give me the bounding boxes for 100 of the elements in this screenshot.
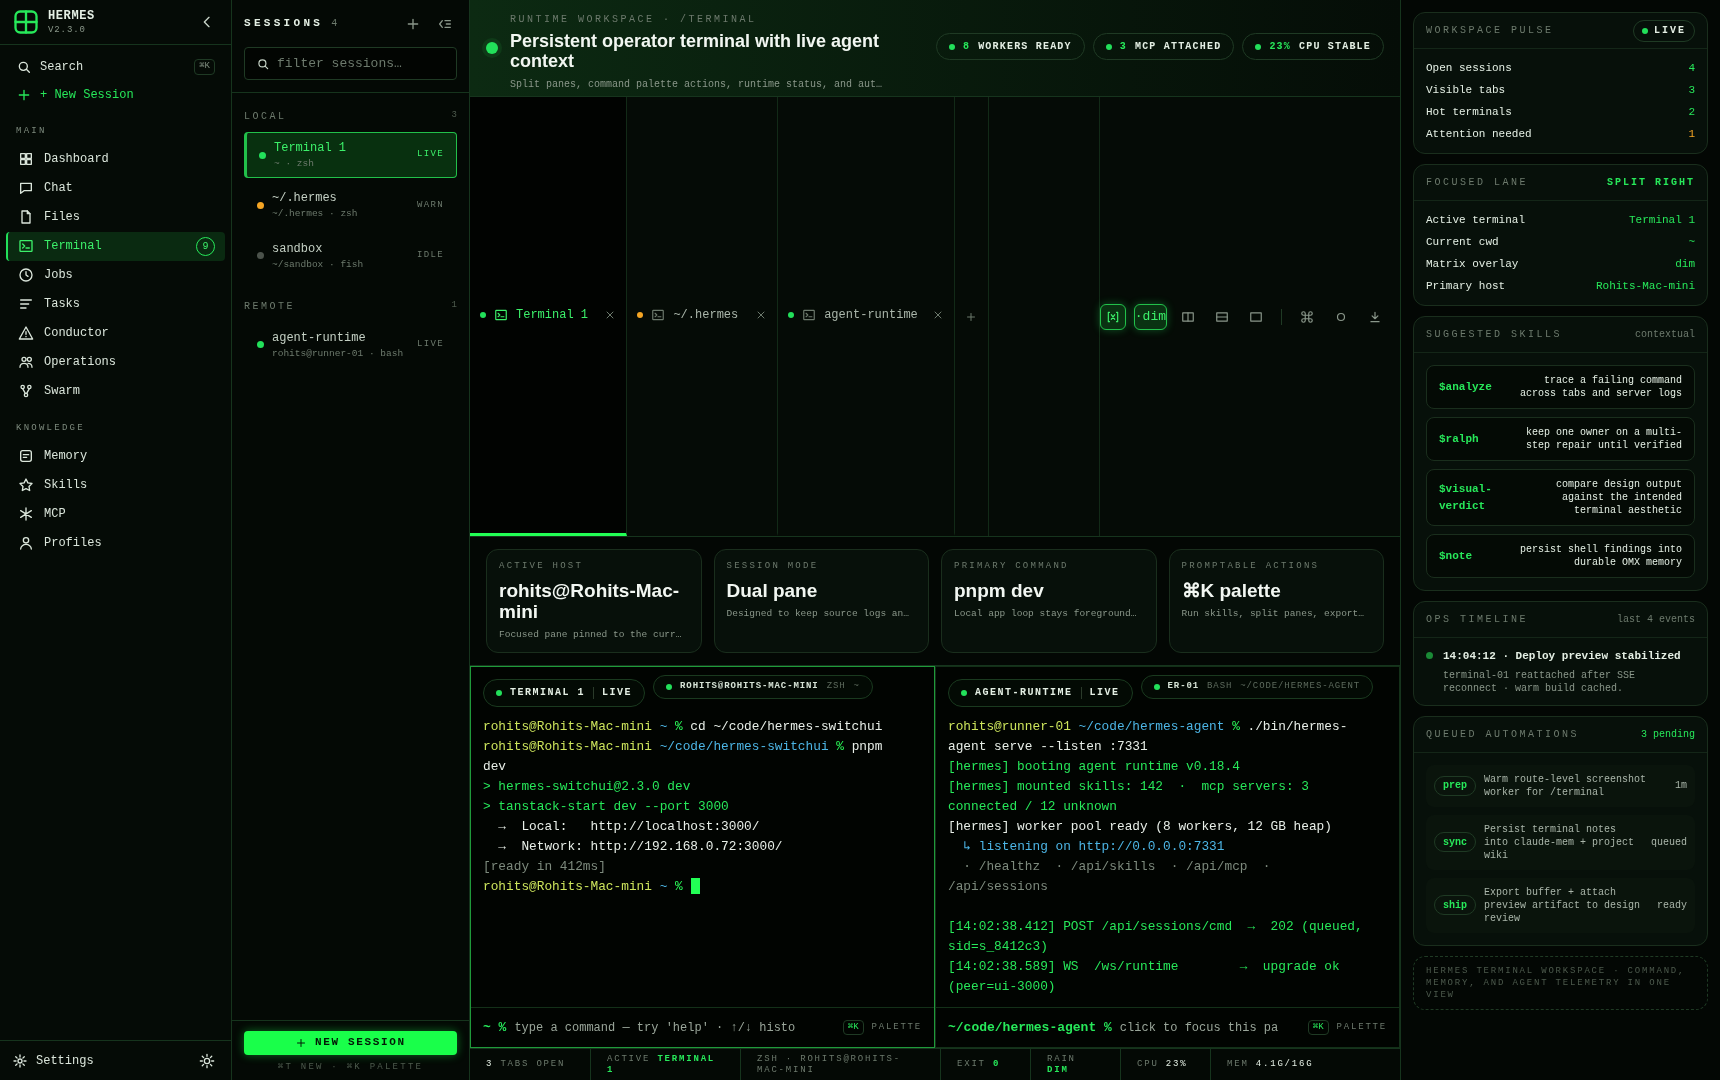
session-item[interactable]: sandbox ~/sandbox · fish IDLE [244, 232, 457, 279]
row-value: ~ [1688, 234, 1695, 250]
mode-label: SPLIT RIGHT [1607, 176, 1695, 190]
card-note: contextual [1635, 328, 1695, 342]
automation-status: queued [1651, 835, 1687, 850]
session-detail: ~/.hermes · zsh [272, 207, 359, 222]
card-title: OPS TIMELINE [1426, 613, 1528, 627]
session-count: 4 [331, 17, 339, 31]
status-item: EXIT 0 [957, 1059, 1001, 1070]
command-input[interactable]: type a command — try 'help' · ↑/↓ histo [514, 1018, 835, 1037]
footer-note: HERMES TERMINAL WORKSPACE · COMMAND, MEMORY, AND AGENT TELEMETRY IN ONE VIEW [1413, 955, 1708, 1010]
terminal-tab[interactable]: Terminal 1 [470, 97, 628, 536]
nav-item[interactable]: MCP [6, 499, 225, 528]
skill-item[interactable]: $analyze trace a failing command across tabs and server logs [1426, 365, 1695, 409]
terminal-tab[interactable]: ~/.hermes [627, 97, 779, 536]
shell-label: ZSH [826, 680, 846, 693]
event-detail: terminal-01 reattached after SSE reconnect · warm build cached. [1443, 668, 1637, 695]
shortcut-key: ⌘K [194, 59, 215, 75]
row-value: 1 [1688, 126, 1695, 142]
group-count: 1 [451, 298, 457, 312]
page-subtitle: Split panes, command palette actions, runtime status, and aut… [510, 78, 884, 92]
terminal-line: [hermes] booting agent runtime v0.18.4 [948, 758, 1240, 774]
nav-item[interactable]: Conductor [6, 318, 225, 348]
row-value: 4 [1688, 60, 1695, 76]
nav-item[interactable]: Skills [6, 470, 225, 499]
row-label: Primary host [1426, 278, 1506, 294]
group-heading: LOCAL [244, 110, 287, 124]
card-value: pnpm dev [954, 579, 1045, 601]
new-session-link[interactable]: + New Session [8, 81, 223, 109]
card-title: WORKSPACE PULSE [1426, 24, 1554, 38]
row-value: 3 [1688, 82, 1695, 98]
skill-item[interactable]: $visual-verdict compare design output against the intended terminal aesthetic [1426, 469, 1695, 526]
card-value: ⌘K palette [1181, 579, 1282, 601]
skill-description: compare design output against the intended terminal aesthetic [1554, 478, 1682, 517]
row-label: Active terminal [1426, 212, 1526, 228]
nav-item[interactable]: Dashboard [6, 144, 225, 174]
card-label: PRIMARY COMMAND [954, 560, 1070, 573]
session-name: ~/.hermes [272, 190, 338, 208]
card-note: Focused pane pinned to the curr… [499, 627, 683, 642]
status-item: ACTIVE TERMINAL 1 [607, 1053, 717, 1076]
row-label: Open sessions [1426, 60, 1512, 76]
card-title: SUGGESTED SKILLS [1426, 328, 1562, 342]
command-input[interactable]: click to focus this pa [1119, 1018, 1300, 1037]
session-name: Terminal 1 [274, 140, 347, 157]
status-label: LIVE [417, 148, 444, 162]
card-note: Run skills, split panes, export… [1181, 606, 1365, 621]
nav-item[interactable]: Jobs [6, 260, 225, 290]
status-label: WARN [417, 198, 444, 212]
automation-text: Export buffer + attach preview artifact to design review [1484, 885, 1642, 925]
terminal-line: [ready in 412ms] [483, 858, 606, 874]
prompt-label: ~/code/hermes-agent % [948, 1018, 1112, 1037]
skill-item[interactable]: $note persist shell findings into durable OMX memory [1426, 534, 1695, 578]
nav-item[interactable]: Swarm [6, 376, 225, 406]
brand-name: HERMES [48, 9, 96, 22]
nav-item[interactable]: Profiles [6, 528, 225, 557]
terminal-line: · /healthz · /api/skills · /api/mcp · /api/sessions [948, 858, 1272, 894]
row-value: 2 [1688, 104, 1695, 120]
event-title: 14:04:12 · Deploy preview stabilized [1443, 649, 1682, 664]
filter-field[interactable]: filter sessions… [244, 47, 457, 80]
settings-button[interactable]: Settings [12, 1051, 187, 1070]
skill-description: keep one owner on a multi-step repair until verified [1524, 426, 1682, 452]
nav-item[interactable]: Memory [6, 441, 225, 470]
automation-status: ready [1657, 898, 1687, 913]
shortcut-label: PALETTE [871, 1020, 922, 1034]
new-session-button[interactable]: NEW SESSION [244, 1030, 457, 1055]
skill-description: persist shell findings into durable OMX memory [1518, 543, 1682, 569]
session-item[interactable]: agent-runtime rohits@runner-01 · bash LIVE [244, 321, 457, 368]
nav-item[interactable]: Operations [6, 347, 225, 377]
toolbar-button[interactable]: ·dim [1133, 303, 1167, 330]
session-item[interactable]: ~/.hermes ~/.hermes · zsh WARN [244, 182, 457, 229]
prompt-label: ~ % [483, 1018, 507, 1037]
nav-item[interactable]: Chat [6, 173, 225, 203]
status-label: IDLE [417, 248, 444, 262]
group-count: 3 [451, 109, 457, 122]
row-value: dim [1675, 256, 1695, 272]
nav-item[interactable]: Tasks [6, 289, 225, 319]
row-label: Attention needed [1426, 126, 1532, 142]
host-label: ROHITS@ROHITS-MAC-MINI [680, 680, 819, 693]
row-label: Hot terminals [1426, 104, 1512, 120]
terminal-line: rohits@Rohits-Mac-mini ~/code/hermes-switchui % pnpm dev [483, 738, 884, 774]
session-detail: ~/sandbox · fish [272, 257, 365, 272]
section-heading: MAIN [15, 125, 48, 138]
card-value: rohits@Rohits-Mac-mini [499, 579, 681, 622]
nav-item[interactable]: Terminal 9 [6, 231, 225, 261]
pill-label: CPU STABLE [1299, 40, 1371, 54]
status-label: LIVE [417, 338, 444, 352]
skill-item[interactable]: $ralph keep one owner on a multi-step repair until verified [1426, 417, 1695, 461]
pane-title: AGENT-RUNTIME [975, 686, 1073, 701]
row-value: Terminal 1 [1629, 212, 1695, 228]
terminal-line: [hermes] mounted skills: 142 · mcp servers: 3 connected / 12 unknown [948, 778, 1310, 814]
nav-item[interactable]: Files [6, 202, 225, 232]
session-item[interactable]: Terminal 1 ~ · zsh LIVE [244, 132, 457, 179]
shortcut-key: ⌘K [842, 1019, 864, 1036]
terminal-tab[interactable]: agent-runtime [778, 97, 955, 536]
pill-value: 23% [1269, 40, 1291, 54]
card-title: FOCUSED LANE [1426, 176, 1528, 190]
session-name: sandbox [272, 240, 324, 258]
status-item: MEM 4.1G/16G [1227, 1059, 1314, 1070]
row-value: Rohits-Mac-mini [1595, 278, 1695, 294]
search-button[interactable]: Search ⌘K [8, 53, 223, 81]
